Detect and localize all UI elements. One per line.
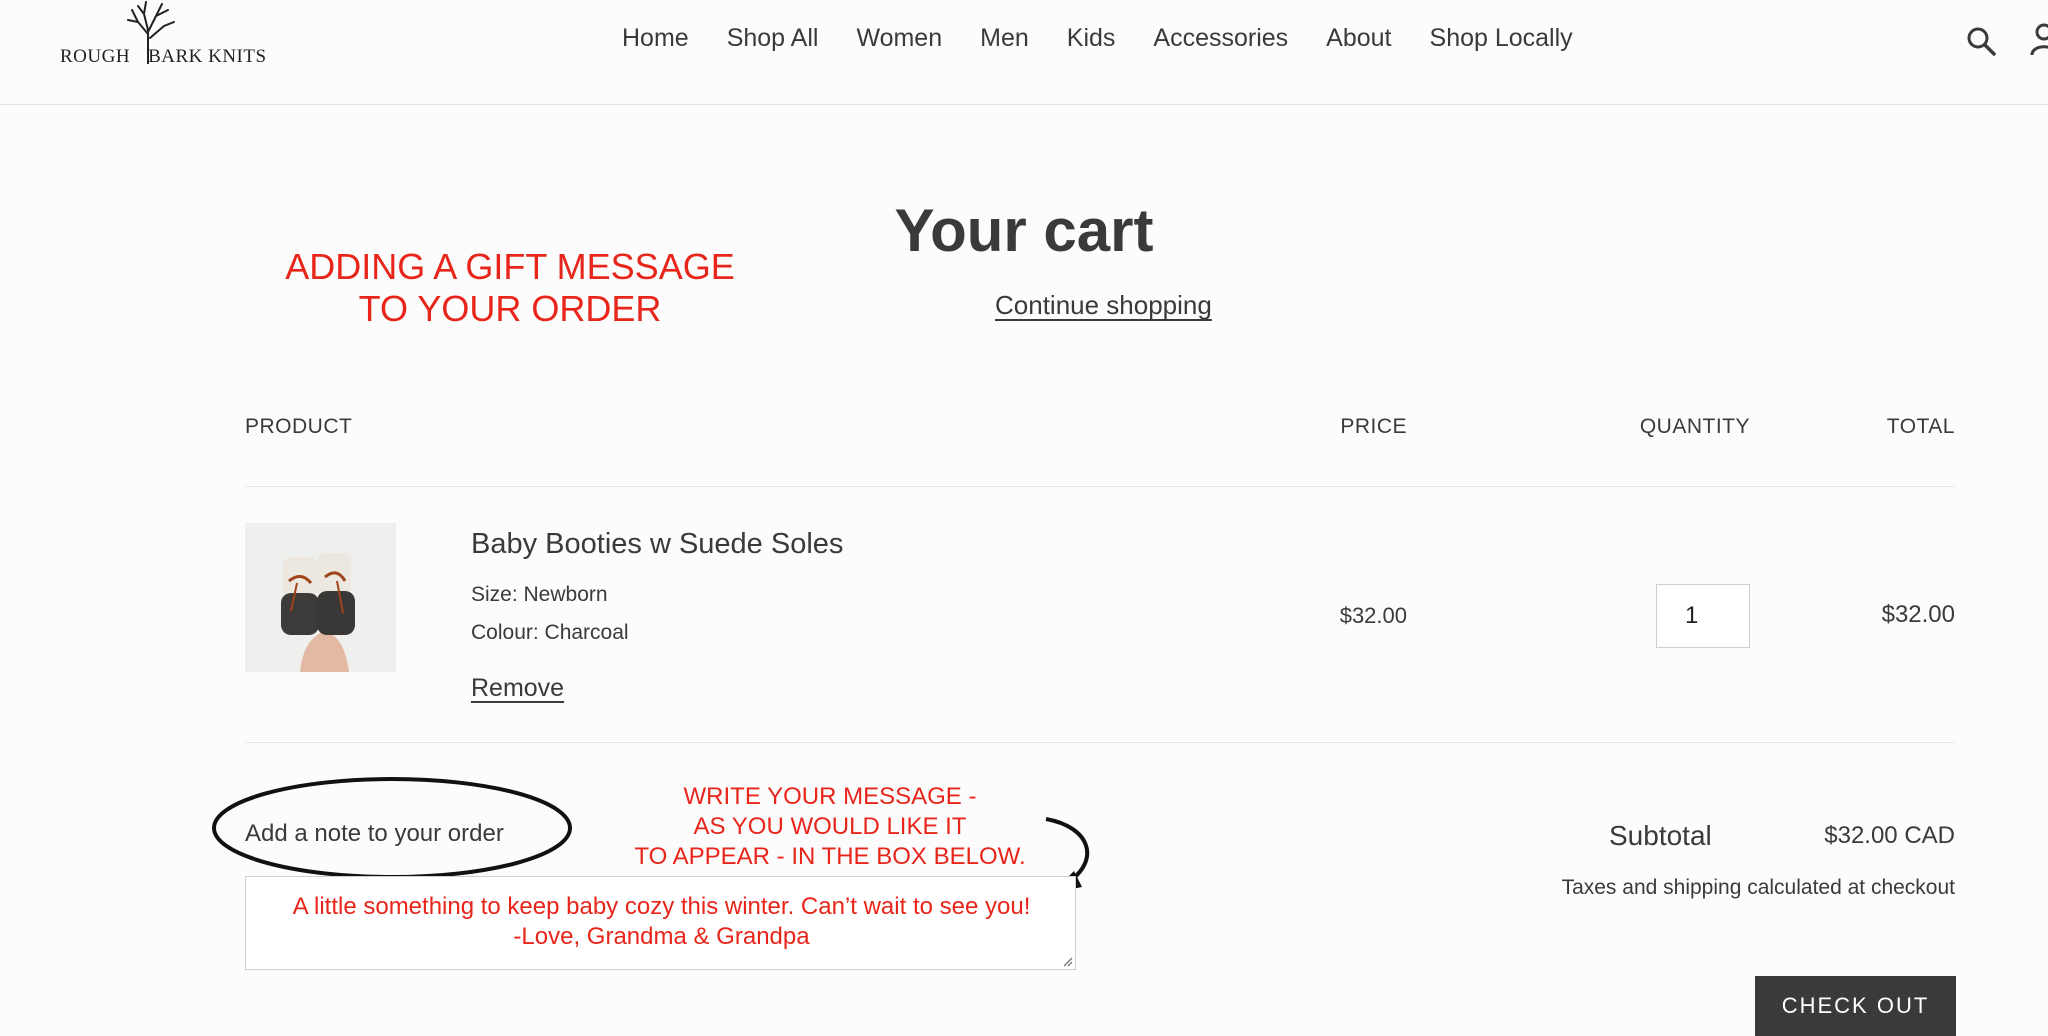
gift-message-annotation: ADDING A GIFT MESSAGE TO YOUR ORDER — [280, 246, 740, 330]
annotation-line: ADDING A GIFT MESSAGE — [285, 246, 735, 287]
order-note-text: A little something to keep baby cozy thi… — [246, 892, 1077, 952]
nav-about[interactable]: About — [1326, 24, 1391, 53]
nav-men[interactable]: Men — [980, 24, 1029, 53]
annotation-line: TO APPEAR - IN THE BOX BELOW. — [634, 843, 1026, 870]
taxes-note: Taxes and shipping calculated at checkou… — [1561, 876, 1955, 899]
site-header: ROUGH BARK KNITS Home Shop All Women Men … — [0, 0, 2048, 105]
subtotal-value: $32.00 CAD — [1824, 822, 1955, 849]
brand-name-right: BARK KNITS — [148, 46, 267, 67]
brand-name-left: ROUGH — [60, 46, 131, 67]
column-header-total: TOTAL — [1886, 415, 1955, 438]
nav-shop-locally[interactable]: Shop Locally — [1430, 24, 1573, 53]
resize-handle-icon[interactable] — [1061, 955, 1073, 967]
column-header-quantity: QUANTITY — [1639, 415, 1750, 438]
column-header-product: PRODUCT — [245, 415, 353, 438]
main-nav: Home Shop All Women Men Kids Accessories… — [622, 24, 1573, 53]
product-image[interactable] — [245, 523, 396, 672]
item-total: $32.00 — [1881, 601, 1955, 628]
divider — [245, 486, 1955, 487]
checkout-button[interactable]: CHECK OUT — [1755, 976, 1956, 1036]
product-name[interactable]: Baby Booties w Suede Soles — [471, 528, 843, 561]
product-size: Size: Newborn — [471, 583, 608, 606]
item-price: $32.00 — [1339, 603, 1407, 628]
nav-shop-all[interactable]: Shop All — [727, 24, 819, 53]
quantity-input[interactable] — [1656, 584, 1750, 648]
search-icon[interactable] — [1966, 26, 1996, 56]
brand-name: ROUGH BARK KNITS — [60, 46, 267, 68]
continue-shopping-link[interactable]: Continue shopping — [995, 290, 1212, 321]
note-line: -Love, Grandma & Grandpa — [513, 923, 810, 950]
nav-women[interactable]: Women — [856, 24, 942, 53]
column-header-price: PRICE — [1340, 415, 1407, 438]
nav-kids[interactable]: Kids — [1067, 24, 1116, 53]
divider — [245, 742, 1955, 743]
nav-home[interactable]: Home — [622, 24, 689, 53]
order-note-label: Add a note to your order — [245, 820, 504, 847]
product-colour: Colour: Charcoal — [471, 621, 629, 644]
remove-item-link[interactable]: Remove — [471, 674, 564, 703]
annotation-line: TO YOUR ORDER — [358, 288, 662, 329]
brand-logo[interactable]: ROUGH BARK KNITS — [60, 0, 290, 72]
order-note-textarea[interactable]: A little something to keep baby cozy thi… — [245, 876, 1076, 970]
annotation-line: AS YOU WOULD LIKE IT — [693, 813, 967, 840]
subtotal-label: Subtotal — [1609, 820, 1712, 851]
note-line: A little something to keep baby cozy thi… — [292, 893, 1031, 920]
annotation-line: WRITE YOUR MESSAGE - — [683, 783, 977, 810]
nav-accessories[interactable]: Accessories — [1153, 24, 1288, 53]
write-message-annotation: WRITE YOUR MESSAGE - AS YOU WOULD LIKE I… — [610, 782, 1050, 872]
account-icon[interactable] — [2030, 22, 2048, 56]
